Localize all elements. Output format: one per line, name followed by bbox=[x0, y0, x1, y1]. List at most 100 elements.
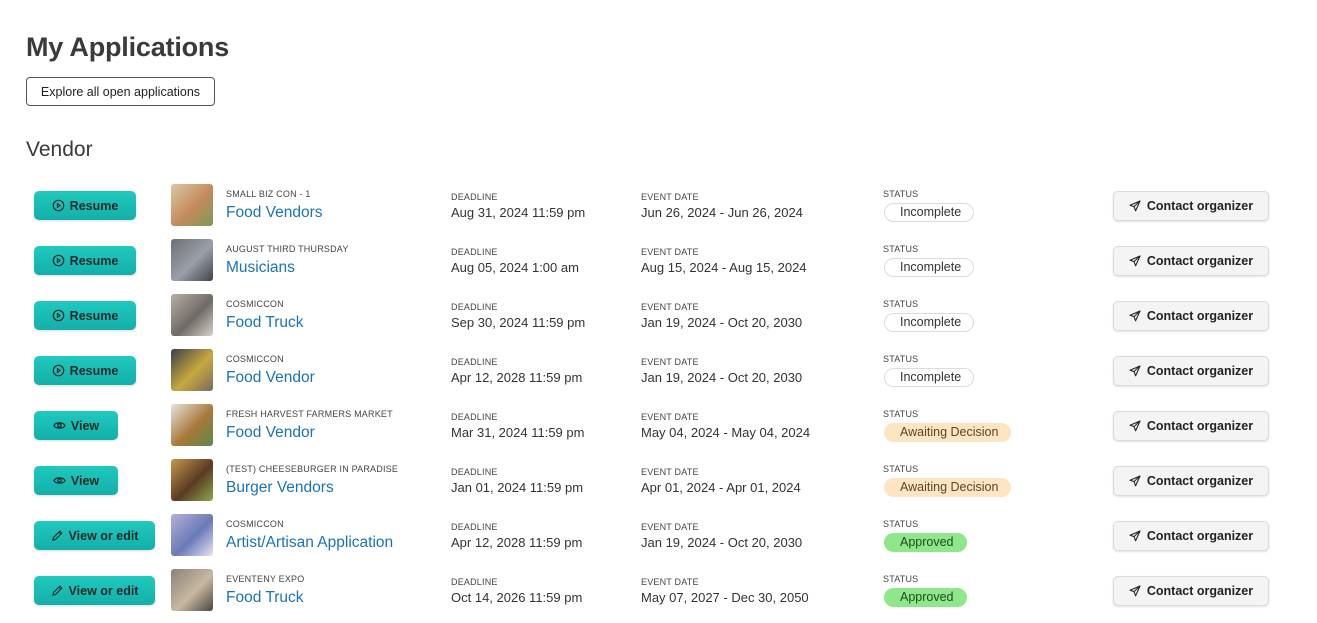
view-button[interactable]: View bbox=[34, 466, 118, 495]
event-thumbnail bbox=[171, 184, 213, 226]
application-name-link[interactable]: Food Truck bbox=[226, 589, 304, 607]
pencil-icon bbox=[51, 584, 64, 597]
deadline-label: DEADLINE bbox=[451, 357, 498, 367]
deadline-value: Apr 12, 2028 11:59 pm bbox=[451, 535, 583, 550]
status-label: STATUS bbox=[883, 574, 919, 584]
contact-organizer-button[interactable]: Contact organizer bbox=[1113, 246, 1269, 276]
play-circle-icon bbox=[52, 309, 65, 322]
send-icon bbox=[1129, 585, 1141, 597]
status-badge: Approved bbox=[884, 533, 967, 552]
deadline-label: DEADLINE bbox=[451, 192, 498, 202]
organization-name: FRESH HARVEST FARMERS MARKET bbox=[226, 409, 393, 419]
status-badge: Incomplete bbox=[884, 203, 975, 222]
deadline-label: DEADLINE bbox=[451, 247, 498, 257]
organization-name: (TEST) CHEESEBURGER IN PARADISE bbox=[226, 464, 399, 474]
application-name-link[interactable]: Food Truck bbox=[226, 314, 304, 332]
view-or-edit-button[interactable]: View or edit bbox=[34, 521, 155, 550]
contact-label: Contact organizer bbox=[1146, 474, 1254, 488]
event-date-value: Apr 01, 2024 - Apr 01, 2024 bbox=[641, 480, 801, 495]
application-name-link[interactable]: Food Vendor bbox=[226, 369, 315, 387]
status-badge: Awaiting Decision bbox=[884, 478, 1012, 497]
eye-icon bbox=[53, 474, 66, 487]
event-thumbnail bbox=[171, 294, 213, 336]
contact-label: Contact organizer bbox=[1146, 419, 1254, 433]
send-icon bbox=[1129, 530, 1141, 542]
application-row: View or edit EVENTENY EXPO Food Truck DE… bbox=[0, 567, 1317, 622]
contact-organizer-button[interactable]: Contact organizer bbox=[1113, 576, 1269, 606]
contact-organizer-button[interactable]: Contact organizer bbox=[1113, 301, 1269, 331]
organization-name: COSMICCON bbox=[226, 519, 284, 529]
event-date-value: Jun 26, 2024 - Jun 26, 2024 bbox=[641, 205, 803, 220]
organization-name: COSMICCON bbox=[226, 354, 284, 364]
event-date-value: Jan 19, 2024 - Oct 20, 2030 bbox=[641, 535, 803, 550]
application-row: Resume COSMICCON Food Vendor DEADLINE Ap… bbox=[0, 347, 1317, 402]
status-label: STATUS bbox=[883, 519, 919, 529]
application-name-link[interactable]: Food Vendor bbox=[226, 424, 315, 442]
deadline-value: Oct 14, 2026 11:59 pm bbox=[451, 590, 583, 605]
resume-button[interactable]: Resume bbox=[34, 191, 136, 220]
event-date-label: EVENT DATE bbox=[641, 192, 699, 202]
explore-applications-button[interactable]: Explore all open applications bbox=[26, 77, 215, 106]
action-label: View bbox=[70, 418, 100, 433]
application-name-link[interactable]: Musicians bbox=[226, 259, 295, 277]
contact-organizer-button[interactable]: Contact organizer bbox=[1113, 466, 1269, 496]
action-label: View bbox=[70, 473, 100, 488]
send-icon bbox=[1129, 200, 1141, 212]
resume-button[interactable]: Resume bbox=[34, 356, 136, 385]
page-title: My Applications bbox=[26, 32, 230, 62]
application-name-link[interactable]: Artist/Artisan Application bbox=[226, 534, 393, 552]
event-date-label: EVENT DATE bbox=[641, 412, 699, 422]
application-row: Resume AUGUST THIRD THURSDAY Musicians D… bbox=[0, 237, 1317, 292]
status-label: STATUS bbox=[883, 409, 919, 419]
status-badge: Approved bbox=[884, 588, 967, 607]
event-date-value: May 07, 2027 - Dec 30, 2050 bbox=[641, 590, 809, 605]
event-date-label: EVENT DATE bbox=[641, 577, 699, 587]
status-badge: Awaiting Decision bbox=[884, 423, 1012, 442]
event-date-label: EVENT DATE bbox=[641, 302, 699, 312]
view-button[interactable]: View bbox=[34, 411, 118, 440]
application-row: View FRESH HARVEST FARMERS MARKET Food V… bbox=[0, 402, 1317, 457]
status-label: STATUS bbox=[883, 464, 919, 474]
application-row: View or edit COSMICCON Artist/Artisan Ap… bbox=[0, 512, 1317, 567]
action-label: Resume bbox=[69, 198, 119, 213]
status-label: STATUS bbox=[883, 299, 919, 309]
event-thumbnail bbox=[171, 569, 213, 611]
status-badge: Incomplete bbox=[884, 368, 975, 387]
status-badge: Incomplete bbox=[884, 313, 975, 332]
deadline-label: DEADLINE bbox=[451, 302, 498, 312]
contact-organizer-button[interactable]: Contact organizer bbox=[1113, 356, 1269, 386]
application-name-link[interactable]: Burger Vendors bbox=[226, 479, 334, 497]
contact-label: Contact organizer bbox=[1146, 364, 1254, 378]
play-circle-icon bbox=[52, 254, 65, 267]
application-row: View (TEST) CHEESEBURGER IN PARADISE Bur… bbox=[0, 457, 1317, 512]
organization-name: EVENTENY EXPO bbox=[226, 574, 305, 584]
event-thumbnail bbox=[171, 514, 213, 556]
view-or-edit-button[interactable]: View or edit bbox=[34, 576, 155, 605]
event-thumbnail bbox=[171, 404, 213, 446]
event-thumbnail bbox=[171, 349, 213, 391]
send-icon bbox=[1129, 310, 1141, 322]
event-date-label: EVENT DATE bbox=[641, 522, 699, 532]
resume-button[interactable]: Resume bbox=[34, 301, 136, 330]
deadline-value: Apr 12, 2028 11:59 pm bbox=[451, 370, 583, 385]
deadline-label: DEADLINE bbox=[451, 577, 498, 587]
deadline-value: Jan 01, 2024 11:59 pm bbox=[451, 480, 584, 495]
event-thumbnail bbox=[171, 239, 213, 281]
deadline-label: DEADLINE bbox=[451, 467, 498, 477]
application-name-link[interactable]: Food Vendors bbox=[226, 204, 323, 222]
play-circle-icon bbox=[52, 364, 65, 377]
send-icon bbox=[1129, 420, 1141, 432]
contact-organizer-button[interactable]: Contact organizer bbox=[1113, 411, 1269, 441]
event-date-label: EVENT DATE bbox=[641, 247, 699, 257]
deadline-value: Aug 31, 2024 11:59 pm bbox=[451, 205, 586, 220]
contact-organizer-button[interactable]: Contact organizer bbox=[1113, 521, 1269, 551]
event-date-value: Aug 15, 2024 - Aug 15, 2024 bbox=[641, 260, 807, 275]
section-title-vendor: Vendor bbox=[26, 138, 93, 161]
contact-organizer-button[interactable]: Contact organizer bbox=[1113, 191, 1269, 221]
status-label: STATUS bbox=[883, 189, 919, 199]
resume-button[interactable]: Resume bbox=[34, 246, 136, 275]
deadline-label: DEADLINE bbox=[451, 522, 498, 532]
contact-label: Contact organizer bbox=[1146, 199, 1254, 213]
status-badge: Incomplete bbox=[884, 258, 975, 277]
contact-label: Contact organizer bbox=[1146, 309, 1254, 323]
